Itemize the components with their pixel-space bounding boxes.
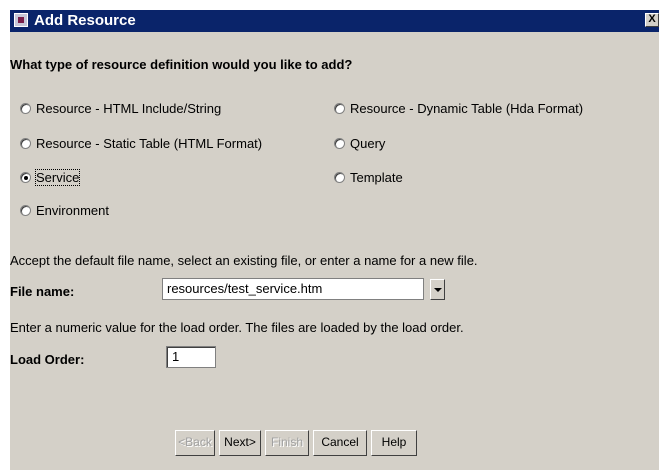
option-label: Template bbox=[350, 170, 403, 185]
option-label: Service bbox=[34, 169, 81, 186]
file-name-value: resources/test_service.htm bbox=[167, 281, 323, 296]
file-name-combo[interactable]: resources/test_service.htm bbox=[162, 278, 424, 300]
title-bar[interactable]: Add Resource X bbox=[10, 10, 659, 32]
radio-selected-icon[interactable] bbox=[20, 172, 31, 183]
back-button[interactable]: <Back bbox=[175, 430, 215, 456]
load-instructions: Enter a numeric value for the load order… bbox=[10, 320, 464, 335]
option-template[interactable]: Template bbox=[334, 170, 403, 185]
option-service[interactable]: Service bbox=[20, 169, 81, 186]
option-html-include[interactable]: Resource - HTML Include/String bbox=[20, 101, 221, 116]
chevron-down-icon[interactable] bbox=[430, 279, 445, 300]
load-order-input[interactable]: 1 bbox=[166, 346, 216, 368]
file-instructions: Accept the default file name, select an … bbox=[10, 253, 478, 268]
option-label: Resource - Static Table (HTML Format) bbox=[36, 136, 263, 151]
load-order-value: 1 bbox=[172, 349, 180, 364]
help-button[interactable]: Help bbox=[371, 430, 417, 456]
radio-icon[interactable] bbox=[334, 138, 345, 149]
radio-icon[interactable] bbox=[20, 103, 31, 114]
radio-icon[interactable] bbox=[20, 205, 31, 216]
option-query[interactable]: Query bbox=[334, 136, 385, 151]
option-label: Resource - HTML Include/String bbox=[36, 101, 222, 116]
cancel-button[interactable]: Cancel bbox=[313, 430, 367, 456]
radio-icon[interactable] bbox=[334, 172, 345, 183]
file-name-label: File name: bbox=[10, 284, 75, 299]
option-label: Environment bbox=[36, 203, 109, 218]
dialog-title: Add Resource bbox=[34, 12, 136, 29]
option-label: Resource - Dynamic Table (Hda Format) bbox=[350, 101, 584, 116]
option-dynamic-table[interactable]: Resource - Dynamic Table (Hda Format) bbox=[334, 101, 583, 116]
close-button[interactable]: X bbox=[645, 13, 659, 27]
add-resource-dialog: Add Resource X bbox=[10, 10, 659, 470]
option-environment[interactable]: Environment bbox=[20, 203, 109, 218]
option-label: Query bbox=[350, 136, 386, 151]
radio-icon[interactable] bbox=[334, 103, 345, 114]
radio-icon[interactable] bbox=[20, 138, 31, 149]
app-icon bbox=[14, 13, 28, 27]
next-button[interactable]: Next> bbox=[219, 430, 261, 456]
finish-button[interactable]: Finish bbox=[265, 430, 309, 456]
load-order-label: Load Order: bbox=[10, 352, 85, 367]
resource-type-question: What type of resource definition would y… bbox=[10, 57, 353, 72]
option-static-table[interactable]: Resource - Static Table (HTML Format) bbox=[20, 136, 262, 151]
